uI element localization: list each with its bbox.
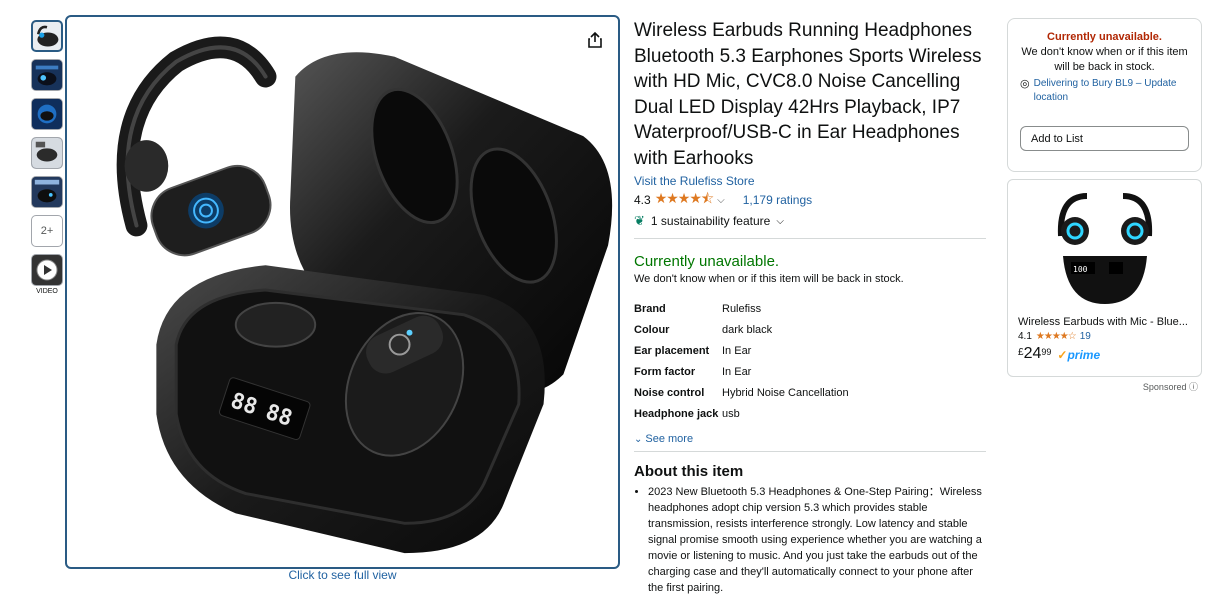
- sustainability-row[interactable]: ❦ 1 sustainability feature ⌵: [634, 212, 986, 230]
- spec-key: Noise control: [634, 387, 705, 399]
- sponsored-label[interactable]: Sponsored ⓘ: [1100, 380, 1198, 393]
- spec-key: Brand: [634, 303, 666, 315]
- ad-rating-value: 4.1: [1018, 331, 1032, 342]
- availability-status: Currently unavailable.: [634, 253, 780, 270]
- spec-value: dark black: [722, 324, 773, 336]
- sponsored-ad[interactable]: 100 Wireless Earbuds with Mic - Blue... …: [1007, 179, 1202, 377]
- star-rating-icon[interactable]: ★★★★⯪: [655, 188, 714, 212]
- spec-row: Headphone jack usb: [634, 406, 986, 427]
- availability-note: We don't know when or if this item will …: [634, 273, 904, 285]
- prime-label: prime: [1067, 348, 1101, 362]
- price-fraction: 99: [1041, 347, 1052, 357]
- chevron-down-icon[interactable]: ⌵: [717, 195, 725, 206]
- check-icon: ✓: [1057, 348, 1068, 362]
- location-pin-icon: ◎: [1020, 78, 1030, 90]
- spec-key: Form factor: [634, 366, 696, 378]
- spec-value: In Ear: [722, 345, 752, 357]
- star-rating-icon: ★★★★☆: [1035, 331, 1077, 342]
- spec-row: Noise control Hybrid Noise Cancellation: [634, 385, 986, 406]
- thumbnail-2[interactable]: [31, 59, 63, 91]
- spec-row: Colour dark black: [634, 322, 986, 343]
- thumbnail-5[interactable]: [31, 176, 63, 208]
- spec-value: usb: [722, 408, 740, 420]
- video-thumbnail[interactable]: [31, 254, 63, 286]
- about-item: 2023 New Bluetooth 5.3 Headphones & One-…: [648, 484, 986, 596]
- spec-value: Rulefiss: [722, 303, 762, 315]
- ad-rating: 4.1 ★★★★☆ 19: [1018, 331, 1191, 342]
- info-icon[interactable]: ⓘ: [1189, 382, 1198, 392]
- spec-row: Brand Rulefiss: [634, 301, 986, 322]
- ad-price: £ 24 99 ✓prime: [1018, 345, 1191, 363]
- ad-product-image[interactable]: 100: [1048, 186, 1161, 310]
- thumbnail-strip: 2+ VIDEO: [31, 20, 63, 295]
- rating-value: 4.3: [634, 193, 651, 207]
- video-label: VIDEO: [36, 288, 58, 295]
- product-title: Wireless Earbuds Running Headphones Blue…: [634, 20, 982, 169]
- store-link[interactable]: Visit the Rulefiss Store: [634, 174, 986, 188]
- divider: [634, 451, 986, 452]
- about-list: 2023 New Bluetooth 5.3 Headphones & One-…: [634, 484, 986, 596]
- price-whole: 24: [1023, 345, 1042, 362]
- share-icon[interactable]: [586, 31, 604, 49]
- chevron-down-icon: ⌄: [634, 433, 643, 445]
- play-icon: [36, 259, 58, 281]
- ad-rating-count[interactable]: 19: [1080, 331, 1091, 342]
- leaf-icon: ❦: [634, 213, 645, 228]
- specs-table: Brand Rulefiss Colour dark black Ear pla…: [634, 301, 986, 427]
- rating-row: 4.3 ★★★★⯪ ⌵ 1,179 ratings: [634, 188, 986, 212]
- chevron-down-icon: ⌵: [776, 215, 784, 227]
- spec-row: Ear placement In Ear: [634, 343, 986, 364]
- sponsored-text: Sponsored: [1142, 382, 1187, 392]
- ratings-count-link[interactable]: 1,179 ratings: [743, 193, 812, 207]
- svg-text:100: 100: [1073, 265, 1088, 274]
- prime-badge: ✓prime: [1057, 348, 1100, 362]
- delivery-location[interactable]: ◎ Delivering to Bury BL9 – Update locati…: [1020, 77, 1189, 105]
- spec-value: In Ear: [722, 366, 752, 378]
- sustainability-label: 1 sustainability feature: [650, 214, 771, 228]
- delivery-label: Delivering to Bury BL9 – Update location: [1033, 78, 1177, 103]
- spec-key: Ear placement: [634, 345, 710, 357]
- see-more-label: See more: [645, 433, 694, 445]
- main-product-image[interactable]: 88 88: [65, 15, 620, 569]
- about-title: About this item: [634, 463, 744, 480]
- spec-row: Form factor In Ear: [634, 364, 986, 385]
- thumbnail-4[interactable]: [31, 137, 63, 169]
- spec-key: Headphone jack: [634, 408, 719, 420]
- buy-box: Currently unavailable. We don't know whe…: [1007, 18, 1202, 172]
- divider: [634, 238, 986, 239]
- buybox-unavailable: Currently unavailable.: [1047, 31, 1162, 43]
- spec-key: Colour: [634, 324, 670, 336]
- product-info: Wireless Earbuds Running Headphones Blue…: [634, 18, 986, 596]
- full-view-link[interactable]: Click to see full view: [65, 568, 620, 582]
- buybox-note: We don't know when or if this item will …: [1021, 46, 1188, 73]
- add-to-list-button[interactable]: Add to List: [1020, 126, 1189, 151]
- more-images-button[interactable]: 2+: [31, 215, 63, 247]
- see-more-link[interactable]: ⌄ See more: [634, 433, 986, 445]
- ad-title[interactable]: Wireless Earbuds with Mic - Blue...: [1018, 316, 1191, 328]
- spec-value: Hybrid Noise Cancellation: [722, 387, 849, 399]
- thumbnail-1[interactable]: [31, 20, 63, 52]
- thumbnail-3[interactable]: [31, 98, 63, 130]
